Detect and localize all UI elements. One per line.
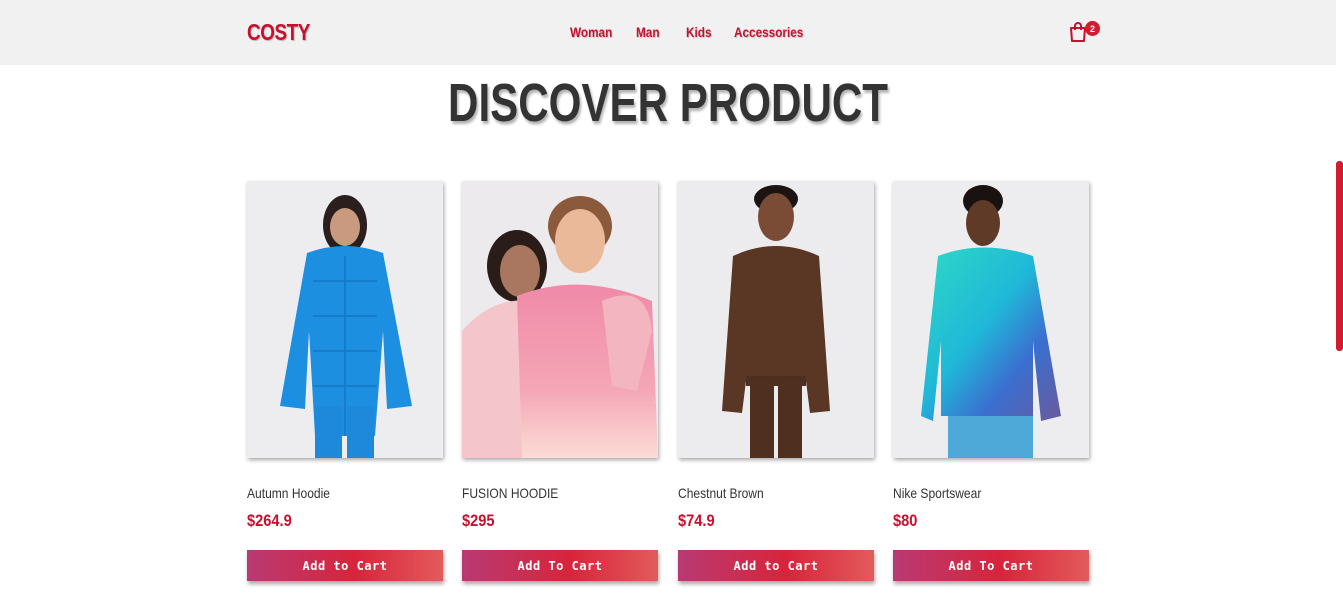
product-price: $74.9 (678, 511, 715, 530)
product-price: $295 (462, 511, 495, 530)
product-card: Autumn Hoodie $264.9 Add to Cart (247, 181, 444, 581)
product-image[interactable] (462, 181, 658, 458)
product-price: $264.9 (247, 511, 292, 530)
logo[interactable]: COSTY (247, 19, 310, 46)
add-to-cart-button[interactable]: Add To Cart (462, 550, 658, 581)
add-to-cart-button[interactable]: Add to Cart (678, 550, 874, 581)
add-to-cart-button[interactable]: Add To Cart (893, 550, 1089, 581)
product-name[interactable]: FUSION HOODIE (462, 485, 558, 501)
nav-item-woman[interactable]: Woman (570, 24, 612, 40)
product-name[interactable]: Autumn Hoodie (247, 485, 330, 501)
page-title: DISCOVER PRODUCT (448, 73, 888, 133)
cart-count-badge: 2 (1085, 21, 1100, 36)
product-name[interactable]: Nike Sportswear (893, 485, 981, 501)
product-image[interactable] (893, 181, 1089, 458)
product-price: $80 (893, 511, 918, 530)
product-card: FUSION HOODIE $295 Add To Cart (462, 181, 659, 581)
product-name[interactable]: Chestnut Brown (678, 485, 764, 501)
product-image[interactable] (247, 181, 443, 458)
scrollbar-thumb[interactable] (1336, 161, 1343, 351)
product-card: Nike Sportswear $80 Add To Cart (893, 181, 1090, 581)
add-to-cart-button[interactable]: Add to Cart (247, 550, 443, 581)
nav-item-kids[interactable]: Kids (686, 24, 711, 40)
product-image[interactable] (678, 181, 874, 458)
nav-item-man[interactable]: Man (636, 24, 660, 40)
nav-item-accessories[interactable]: Accessories (734, 24, 803, 40)
product-card: Chestnut Brown $74.9 Add to Cart (678, 181, 875, 581)
site-header: COSTY Woman Man Kids Accessories 2 (0, 0, 1336, 65)
